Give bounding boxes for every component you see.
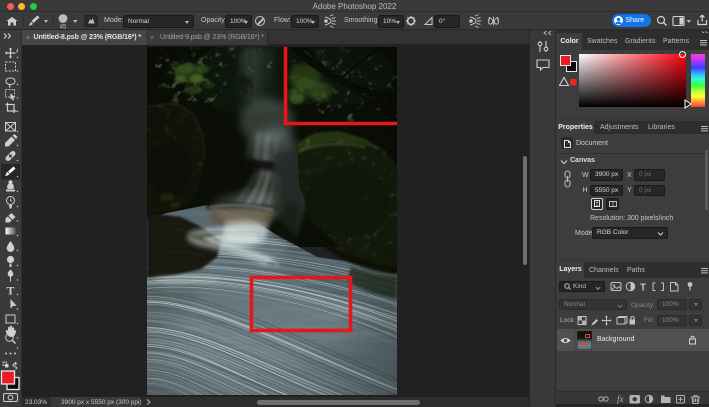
svg-text:fx: fx [617,394,624,404]
svg-text:T: T [6,284,14,298]
svg-text:T: T [640,283,646,294]
